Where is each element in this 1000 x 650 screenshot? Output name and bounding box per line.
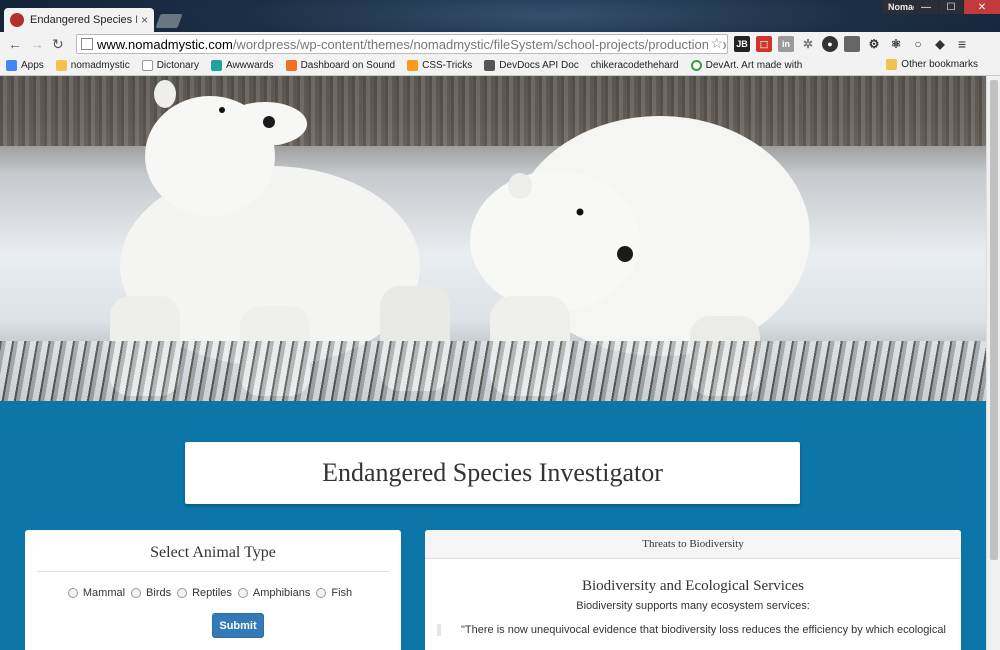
menu-icon[interactable]: ≡ <box>954 36 970 52</box>
page-scrollbar[interactable] <box>986 76 1000 650</box>
circle-extension-icon[interactable]: ● <box>822 36 838 52</box>
new-tab-button[interactable] <box>155 14 183 28</box>
radio-mammal[interactable]: Mammal <box>67 587 125 599</box>
settings-extension-icon[interactable]: ✲ <box>800 36 816 52</box>
devdocs-icon <box>484 60 496 71</box>
folder-icon <box>886 59 898 70</box>
awwwards-icon <box>210 60 222 71</box>
minimize-icon[interactable]: — <box>914 0 938 14</box>
tag-extension-icon[interactable]: ◆ <box>932 36 948 52</box>
forward-arrow-icon[interactable]: → <box>30 36 44 52</box>
animal-type-panel: Select Animal Type Mammal Birds Reptiles… <box>25 530 401 650</box>
threats-heading: Threats to Biodiversity <box>425 530 961 559</box>
threats-panel: Threats to Biodiversity Biodiversity and… <box>425 530 961 650</box>
biodiversity-quote: "There is now unequivocal evidence that … <box>437 624 961 636</box>
react-extension-icon[interactable]: ⚛ <box>888 36 904 52</box>
radio-amphibians[interactable]: Amphibians <box>237 587 310 599</box>
extension-icons: JB ⬚ in ✲ ● ⚙ ⚛ ○ ◆ ≡ <box>734 36 970 52</box>
browser-chrome: Endangered Species Inves × Nomad — ☐ ✕ ←… <box>0 0 1000 76</box>
url-path: /wordpress/wp-content/themes/nomadmystic… <box>232 36 728 52</box>
gear-extension-icon[interactable]: ⚙ <box>866 36 882 52</box>
radio-button[interactable] <box>316 588 327 598</box>
radio-button[interactable] <box>177 588 188 598</box>
radio-button[interactable] <box>67 588 78 598</box>
animal-type-options: Mammal Birds Reptiles Amphibians Fish <box>25 587 401 599</box>
bookmark-css-tricks[interactable]: CSS-Tricks <box>407 60 472 71</box>
browser-tab[interactable]: Endangered Species Inves × <box>4 8 154 32</box>
radio-fish[interactable]: Fish <box>316 587 352 599</box>
page-icon <box>81 38 93 50</box>
tab-title: Endangered Species Inves <box>30 14 137 26</box>
page-content: Endangered Species Investigator Select A… <box>0 76 1000 650</box>
hero-ground <box>0 341 986 401</box>
window-controls: — ☐ ✕ <box>913 0 1000 14</box>
bookmark-other[interactable]: Other bookmarks <box>886 59 978 70</box>
apps-grid-icon <box>6 60 17 71</box>
square-extension-icon[interactable] <box>844 36 860 52</box>
address-bar[interactable]: www.nomadmystic.com/wordpress/wp-content… <box>76 34 728 54</box>
bookmark-dictonary[interactable]: Dictonary <box>141 60 199 71</box>
tab-close-icon[interactable]: × <box>141 13 148 27</box>
radio-reptiles[interactable]: Reptiles <box>177 587 232 599</box>
jetbrains-extension-icon[interactable]: JB <box>734 36 750 52</box>
browser-toolbar: ← → ↻ www.nomadmystic.com/wordpress/wp-c… <box>0 32 1000 56</box>
radio-birds[interactable]: Birds <box>131 587 171 599</box>
radio-button[interactable] <box>131 588 142 598</box>
panel-divider <box>37 571 389 572</box>
bookmark-devdocs[interactable]: DevDocs API Doc <box>484 60 579 71</box>
maximize-icon[interactable]: ☐ <box>939 0 963 14</box>
folder-icon <box>55 60 67 71</box>
bookmark-star-icon[interactable]: ☆ <box>708 35 723 52</box>
biodiversity-subheading: Biodiversity and Ecological Services <box>581 578 805 594</box>
back-arrow-icon[interactable]: ← <box>8 36 22 52</box>
page-icon <box>141 60 153 71</box>
radio-button[interactable] <box>237 588 248 598</box>
hero-image <box>0 76 986 401</box>
site-favicon-icon <box>10 13 24 27</box>
submit-button[interactable]: Submit <box>212 613 264 638</box>
bookmark-soundcloud[interactable]: Dashboard on Sound <box>285 60 395 71</box>
bookmark-nomadmystic[interactable]: nomadmystic <box>55 60 130 71</box>
reload-icon[interactable]: ↻ <box>52 36 64 52</box>
bookmarks-bar: Apps nomadmystic Dictonary Awwwards Dash… <box>0 56 1000 76</box>
url-host: www.nomadmystic.com <box>97 36 233 52</box>
bookmark-devart[interactable]: DevArt. Art made with <box>690 60 802 71</box>
window-close-icon[interactable]: ✕ <box>964 0 1000 14</box>
devart-icon <box>690 60 702 71</box>
biodiversity-lead: Biodiversity supports many ecosystem ser… <box>576 600 810 612</box>
linkedin-extension-icon[interactable]: in <box>778 36 794 52</box>
ring-extension-icon[interactable]: ○ <box>910 36 926 52</box>
scrollbar-thumb[interactable] <box>990 80 998 560</box>
page-title: Endangered Species Investigator <box>185 442 800 504</box>
tab-strip: Endangered Species Inves × Nomad — ☐ ✕ <box>0 0 1000 32</box>
bookmark-apps[interactable]: Apps <box>6 60 44 71</box>
animal-type-heading: Select Animal Type <box>150 544 276 561</box>
bookmark-chikeracode[interactable]: chikeracodethehard <box>591 60 679 71</box>
soundcloud-icon <box>285 60 297 71</box>
pdf-extension-icon[interactable]: ⬚ <box>756 36 772 52</box>
bookmark-awwwards[interactable]: Awwwards <box>210 60 274 71</box>
css-tricks-icon <box>407 60 419 71</box>
